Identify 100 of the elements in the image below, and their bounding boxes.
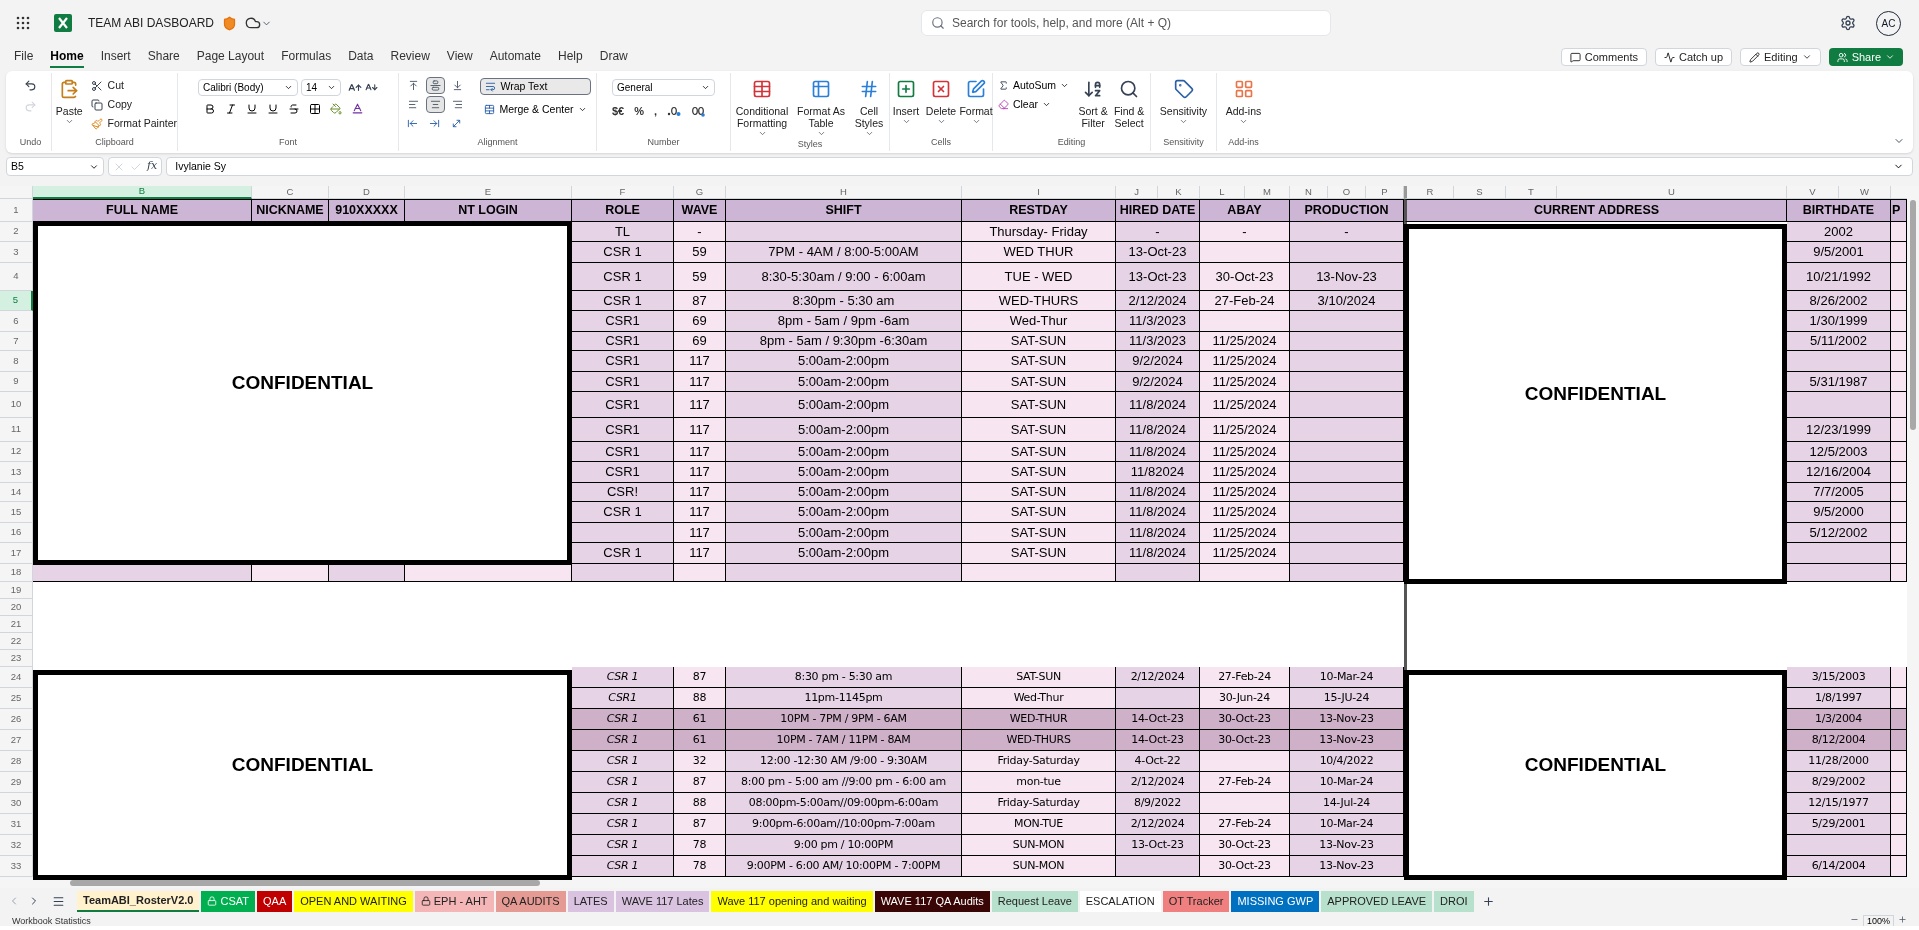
settings-icon[interactable] — [1840, 15, 1856, 31]
menu-tab[interactable]: Page Layout — [196, 46, 265, 68]
number-format-button[interactable]: $€ — [612, 103, 625, 120]
sheet-tab[interactable]: MISSING GWP — [1231, 890, 1320, 912]
menu-tab[interactable]: View — [446, 46, 473, 68]
italic-icon[interactable] — [225, 102, 237, 115]
double-underline-icon[interactable] — [267, 102, 279, 115]
catchup-button[interactable]: Catch up — [1654, 48, 1732, 66]
table-cell: 10-Mar-24 — [1290, 772, 1404, 793]
menu-tab[interactable]: Insert — [100, 46, 131, 68]
font-dropdown[interactable]: Calibri (Body) — [198, 79, 298, 96]
caret-icon — [864, 129, 874, 138]
column-heading: RESTDAY — [962, 199, 1116, 222]
ribbon-button[interactable]: Copy — [90, 96, 177, 113]
sheet-tab[interactable]: DROI — [1434, 890, 1474, 912]
share-button[interactable]: Share — [1828, 48, 1903, 66]
menu-tab[interactable]: Automate — [489, 46, 542, 68]
ribbon-button[interactable]: Sensitivity — [1155, 77, 1212, 126]
ribbon-button[interactable]: Paste — [52, 77, 87, 126]
ribbon-button[interactable]: Insert — [890, 77, 922, 126]
merge-center-button[interactable]: Merge & Center — [480, 101, 591, 118]
group-label: Number — [647, 135, 680, 149]
scrollbar-thumb[interactable] — [70, 879, 540, 886]
ribbon-button[interactable]: Find & Select — [1113, 77, 1146, 129]
ribbon-button[interactable]: Format As Table — [795, 77, 847, 138]
sheet-tab[interactable]: LATES — [567, 890, 614, 912]
ribbon-button[interactable]: Conditional Formatting — [733, 77, 791, 138]
align-middle-button[interactable] — [426, 77, 446, 94]
menu-tab[interactable]: File — [14, 46, 34, 68]
increase-indent-icon[interactable] — [429, 118, 441, 129]
cloud-icon[interactable] — [245, 15, 262, 31]
sheet-tab[interactable]: APPROVED LEAVE — [1321, 890, 1433, 912]
table-cell: 5/11/2002 — [1787, 332, 1891, 351]
sheet-tab[interactable]: WAVE 117 Lates — [615, 890, 710, 912]
orientation-icon[interactable] — [451, 118, 463, 129]
ribbon-button[interactable]: Clear — [997, 97, 1070, 112]
ribbon-button[interactable]: Format — [960, 77, 992, 126]
ribbon-button[interactable]: Delete — [925, 77, 957, 126]
caret-icon — [327, 83, 336, 92]
sheet-tab[interactable]: Wave 117 opening and waiting — [711, 890, 873, 912]
table-cell: 78 — [674, 856, 726, 877]
all-sheets-icon[interactable] — [52, 894, 65, 908]
editing-button[interactable]: Editing — [1740, 48, 1821, 66]
search-field[interactable]: Search for tools, help, and more (Alt + Q) — [921, 10, 1331, 36]
sheet-tab[interactable]: EPH - AHT — [414, 890, 494, 912]
sheet-tab[interactable]: OPEN AND WAITING — [294, 890, 413, 912]
menu-tab[interactable]: Share — [147, 46, 180, 68]
ribbon-button[interactable]: Format Painter — [90, 115, 177, 132]
menu-tab[interactable]: Data — [348, 46, 374, 68]
ribbon-button[interactable]: Add-ins — [1221, 77, 1266, 126]
app-launcher-icon[interactable] — [16, 16, 30, 30]
align-center-button[interactable] — [426, 96, 446, 113]
decrease-decimal-icon[interactable] — [667, 105, 682, 118]
insert-function-button[interactable]: fx — [147, 158, 158, 175]
zoom-level[interactable]: 100% — [1862, 915, 1894, 926]
table-cell: 87 — [674, 291, 726, 311]
undo-icon[interactable] — [24, 79, 37, 92]
number-format-button[interactable]: % — [634, 103, 645, 120]
table-cell: 30-Oct-23 — [1200, 856, 1290, 877]
decrease-indent-icon[interactable] — [407, 118, 419, 129]
sheet-tab[interactable]: OT Tracker — [1162, 890, 1230, 912]
menu-tab[interactable]: Review — [390, 46, 430, 68]
comments-button[interactable]: Comments — [1560, 48, 1647, 66]
menu-tab[interactable]: Draw — [599, 46, 628, 68]
borders-icon[interactable] — [309, 102, 321, 115]
number-format-button[interactable]: , — [654, 103, 658, 120]
wrap-text-button[interactable]: Wrap Text — [480, 78, 591, 95]
number-format-dropdown[interactable]: General — [612, 79, 715, 96]
table-cell: 117 — [674, 442, 726, 462]
ribbon-button[interactable]: AutoSum — [997, 78, 1070, 93]
ribbon-button[interactable]: Sort & Filter — [1077, 77, 1110, 129]
table-cell: SAT-SUN — [962, 483, 1116, 502]
zoom-in-icon[interactable] — [1898, 915, 1907, 924]
ribbon-button[interactable]: Cut — [90, 77, 177, 94]
ribbon-button[interactable]: Cell Styles — [851, 77, 887, 138]
sheet-tab[interactable]: ESCALATION — [1079, 890, 1161, 912]
font-size-dropdown[interactable]: 14 — [301, 79, 341, 96]
sheet-tab[interactable]: TeamABI_RosterV2.0 — [77, 890, 200, 912]
table-cell: SUN-MON — [962, 835, 1116, 856]
font-color-icon[interactable] — [351, 102, 364, 115]
add-sheet-icon[interactable] — [1481, 894, 1495, 908]
table-cell: 11/8/2024 — [1116, 442, 1200, 462]
sheet-tab[interactable]: QAA — [257, 890, 293, 912]
table-cell: 12/5/2003 — [1787, 442, 1891, 462]
sheet-tab[interactable]: WAVE 117 QA Audits — [874, 890, 990, 912]
menu-tab[interactable]: Help — [558, 46, 583, 68]
fill-color-icon[interactable] — [330, 102, 342, 115]
column-header[interactable]: B — [33, 186, 252, 199]
sheet-tab[interactable]: Request Leave — [991, 890, 1078, 912]
strikethrough-icon[interactable] — [288, 102, 300, 115]
sheet-tab[interactable]: QA AUDITS — [495, 890, 566, 912]
table-cell: 2/12/2024 — [1116, 667, 1200, 688]
bold-icon[interactable] — [204, 102, 216, 115]
underline-icon[interactable] — [246, 102, 258, 115]
menu-tab[interactable]: Formulas — [281, 46, 332, 68]
formula-field[interactable]: Ivylanie Sy — [166, 157, 1913, 176]
increase-decimal-icon[interactable] — [691, 105, 706, 118]
workbook-statistics-link[interactable]: Workbook Statistics — [12, 916, 91, 926]
scrollbar-thumb[interactable] — [1910, 200, 1916, 430]
name-box[interactable]: B5 — [6, 157, 104, 176]
